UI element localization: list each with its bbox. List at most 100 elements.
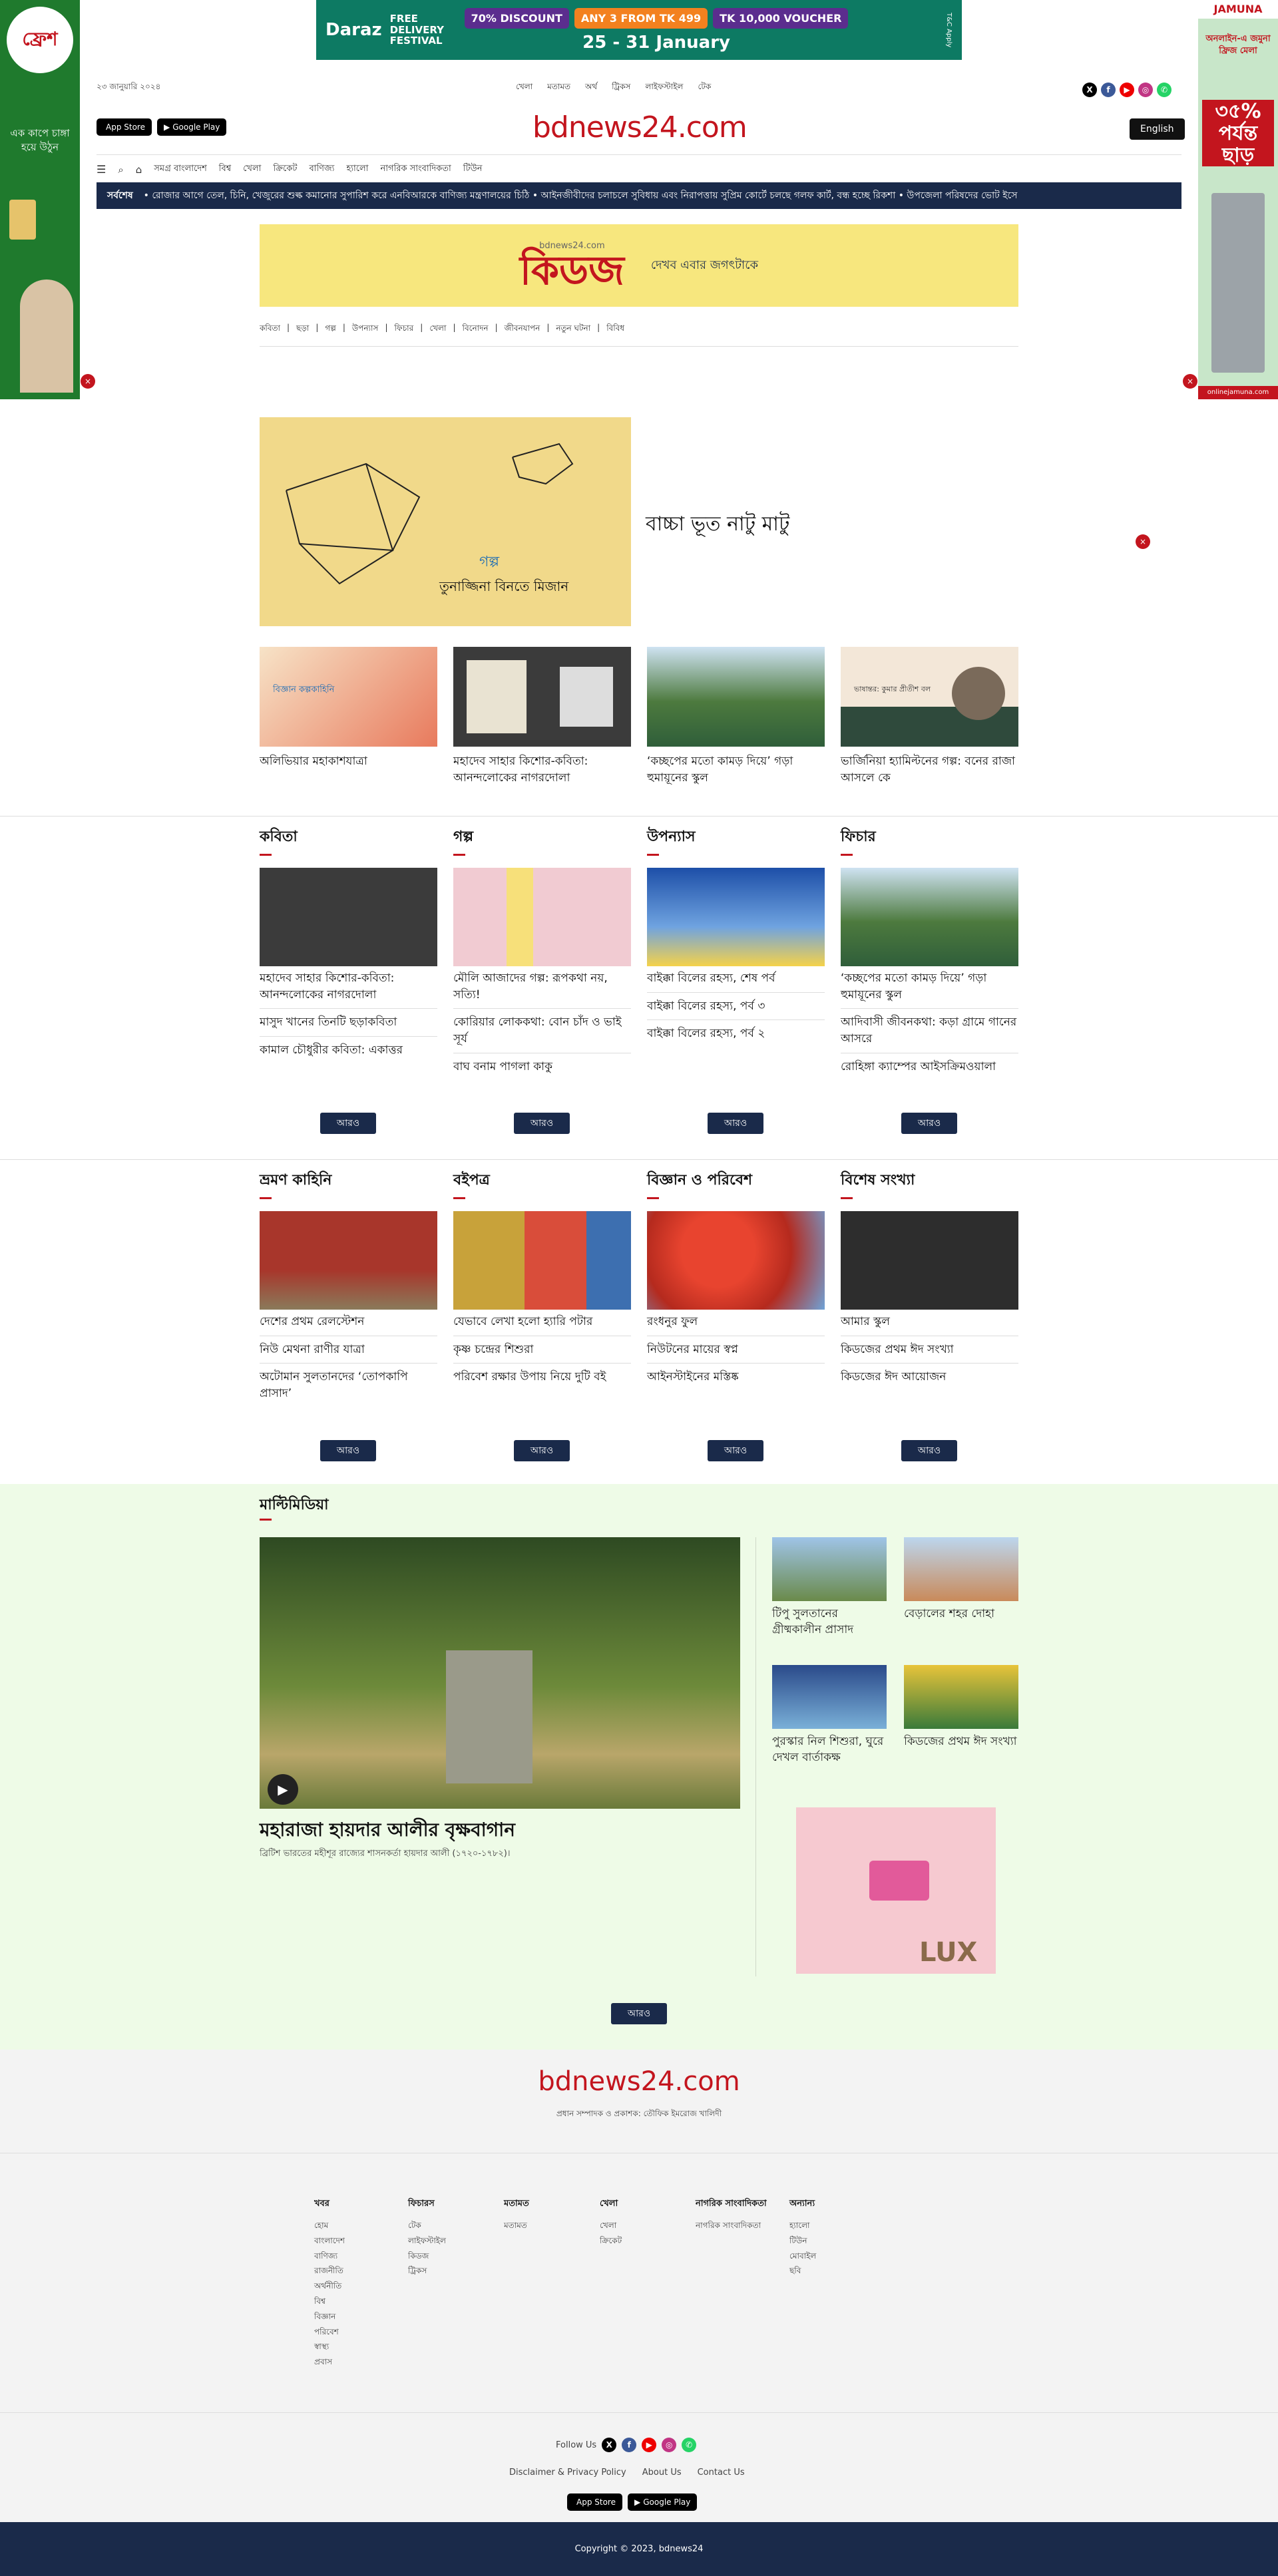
footer-link[interactable]: স্বাস্থ্য [314, 2339, 345, 2354]
section-item[interactable]: আদিবাসী জীবনকথা: কড়া গ্রামে গানের আসরে [841, 1014, 1018, 1047]
mm-title[interactable]: বেড়ালের শহর দোহা [904, 1606, 1018, 1622]
x-icon[interactable]: X [602, 2438, 617, 2452]
more-button[interactable]: আরও [320, 1440, 376, 1461]
mm-title[interactable]: কিডজের প্রথম ঈদ সংখ্যা [904, 1734, 1018, 1750]
section-item[interactable]: বাইক্কা বিলের রহস্য, পর্ব ৩ [647, 998, 825, 1015]
story-title[interactable]: অলিভিয়ার মহাকাশযাত্রা [260, 753, 437, 770]
footer-link[interactable]: About Us [642, 2468, 682, 2478]
footer-link[interactable]: Disclaimer & Privacy Policy [509, 2468, 626, 2478]
section-thumb[interactable] [841, 868, 1018, 966]
subnav-item[interactable]: বিবিধ [606, 323, 624, 336]
footer-link[interactable]: ট্রিকস [408, 2263, 446, 2279]
section-title[interactable]: ভ্রমণ কাহিনি [260, 1169, 437, 1193]
footer-link[interactable]: লাইফস্টাইল [408, 2233, 446, 2249]
footer-link[interactable]: মতামত [504, 2218, 529, 2233]
menu-item[interactable]: বাণিজ্য [309, 162, 334, 176]
google-play-button[interactable]: ▶ Google Play [156, 118, 227, 136]
menu-item[interactable]: টিউন [463, 162, 483, 176]
search-icon[interactable]: ⌕ [118, 164, 123, 176]
kidz-banner[interactable]: bdnews24.com কিডজ দেখব এবার জগৎটাকে [260, 224, 1018, 307]
footer-col-title[interactable]: ফিচারস [408, 2197, 446, 2211]
section-thumb[interactable] [647, 868, 825, 966]
subnav-item[interactable]: বিনোদন [463, 323, 489, 336]
instagram-icon[interactable]: ◎ [662, 2438, 677, 2452]
subnav-item[interactable]: ছড়া [296, 323, 309, 336]
more-button[interactable]: আরও [708, 1440, 763, 1461]
mm-card[interactable]: বেড়ালের শহর দোহা [904, 1537, 1018, 1622]
story-title[interactable]: ভার্জিনিয়া হ্যামিল্টনের গল্প: বনের রাজা… [841, 753, 1018, 786]
subnav-item[interactable]: নতুন ঘটনা [556, 323, 590, 336]
instagram-icon[interactable]: ◎ [1138, 83, 1153, 97]
subnav-item[interactable]: গল্প [325, 323, 335, 336]
footer-col-title[interactable]: অন্যান্য [789, 2197, 816, 2211]
footer-col-title[interactable]: খবর [314, 2197, 345, 2211]
story-card[interactable]: মহাদেব সাহার কিশোর-কবিতা: আনন্দলোকের নাগ… [453, 647, 631, 786]
lead-title[interactable]: বাচ্চা ভূত নাটু মাটু [646, 508, 789, 542]
footer-link[interactable]: নাগরিক সাংবাদিকতা [696, 2218, 767, 2233]
footer-link[interactable]: প্রবাস [314, 2354, 345, 2370]
right-ad-close-icon[interactable]: × [1183, 374, 1197, 389]
footer-link[interactable]: রাজনীতি [314, 2263, 345, 2279]
footer-link[interactable]: খেলা [600, 2218, 622, 2233]
section-title[interactable]: বিশেষ সংখ্যা [841, 1169, 1018, 1193]
footer-link[interactable]: হোম [314, 2218, 345, 2233]
right-side-ad[interactable]: JAMUNA অনলাইন-এ জমুনা ফ্রিজ মেলা ৩৫% পর্… [1198, 0, 1278, 399]
section-item[interactable]: রোহিঙ্গা ক্যাম্পের আইসক্রিমওয়ালা [841, 1059, 1018, 1075]
facebook-icon[interactable]: f [1101, 83, 1116, 97]
play-icon[interactable]: ▶ [260, 1770, 306, 1809]
english-button[interactable]: English [1130, 118, 1185, 140]
mm-card[interactable]: পুরস্কার নিল শিশুরা, ঘুরে দেখল বার্তাকক্… [772, 1665, 887, 1766]
footer-link[interactable]: ছবি [789, 2263, 816, 2279]
footer-link[interactable]: ক্রিকেট [600, 2233, 622, 2249]
facebook-icon[interactable]: f [622, 2438, 637, 2452]
footer-link[interactable]: কিডজ [408, 2249, 446, 2264]
subnav-item[interactable]: ফিচার [395, 323, 414, 336]
news-ticker[interactable]: সর্বশেষ • রোজার আগে তেল, চিনি, খেজুরের শ… [97, 182, 1181, 209]
section-thumb[interactable] [453, 1211, 631, 1310]
section-item[interactable]: আমার স্কুল [841, 1314, 1018, 1330]
topnav-item[interactable]: অর্থ [585, 81, 597, 94]
section-item[interactable]: নিউটনের মায়ের স্বপ্ন [647, 1342, 825, 1358]
subnav-item[interactable]: উপন্যাস [352, 323, 379, 336]
site-logo[interactable]: bdnews24.com [532, 110, 747, 144]
section-item[interactable]: বাঘ বনাম পাগলা কাকু [453, 1059, 631, 1075]
menu-item[interactable]: সমগ্র বাংলাদেশ [154, 162, 206, 176]
topnav-item[interactable]: মতামত [547, 81, 570, 94]
section-thumb[interactable] [841, 1211, 1018, 1310]
youtube-icon[interactable]: ▶ [642, 2438, 657, 2452]
mm-title[interactable]: টিপু সুলতানের গ্রীষ্মকালীন প্রাসাদ [772, 1606, 887, 1638]
left-side-ad[interactable]: ফ্রেশ এক কাপে চাঙ্গা হয়ে উঠুন [0, 0, 80, 399]
footer-link[interactable]: বিজ্ঞান [314, 2309, 345, 2324]
section-thumb[interactable] [647, 1211, 825, 1310]
section-item[interactable]: কৃষ্ণ চন্দ্রের শিশুরা [453, 1342, 631, 1358]
section-title[interactable]: কবিতা [260, 825, 437, 850]
section-item[interactable]: কোরিয়ার লোককথা: বোন চাঁদ ও ভাই সূর্য [453, 1014, 631, 1047]
home-icon[interactable]: ⌂ [136, 164, 142, 176]
mm-title[interactable]: পুরস্কার নিল শিশুরা, ঘুরে দেখল বার্তাকক্… [772, 1734, 887, 1766]
mm-card[interactable]: টিপু সুলতানের গ্রীষ্মকালীন প্রাসাদ [772, 1537, 887, 1638]
section-title[interactable]: বইপত্র [453, 1169, 631, 1193]
section-item[interactable]: কিডজের প্রথম ঈদ সংখ্যা [841, 1342, 1018, 1358]
menu-item[interactable]: হ্যালো [346, 162, 368, 176]
subnav-item[interactable]: জীবনযাপন [505, 323, 540, 336]
google-play-button[interactable]: ▶ Google Play [627, 2493, 698, 2511]
lead-image[interactable]: গল্প তুনাজ্জিনা বিনতে মিজান [260, 417, 631, 626]
youtube-icon[interactable]: ▶ [1120, 83, 1134, 97]
topnav-item[interactable]: ট্রিকস [612, 81, 630, 94]
footer-link[interactable]: বাংলাদেশ [314, 2233, 345, 2249]
section-title[interactable]: উপন্যাস [647, 825, 825, 850]
section-title[interactable]: ফিচার [841, 825, 1018, 850]
topnav-item[interactable]: টেক [698, 81, 711, 94]
more-button[interactable]: আরও [320, 1113, 376, 1134]
section-thumb[interactable] [260, 1211, 437, 1310]
mm-card[interactable]: কিডজের প্রথম ঈদ সংখ্যা [904, 1665, 1018, 1750]
story-title[interactable]: মহাদেব সাহার কিশোর-কবিতা: আনন্দলোকের নাগ… [453, 753, 631, 786]
footer-link[interactable]: অর্থনীতি [314, 2279, 345, 2294]
section-thumb[interactable] [260, 868, 437, 966]
footer-link[interactable]: মোবাইল [789, 2249, 816, 2264]
ticker-text[interactable]: • রোজার আগে তেল, চিনি, খেজুরের শুল্ক কমা… [144, 188, 1018, 204]
section-item[interactable]: মাসুদ খানের তিনটি ছড়াকবিতা [260, 1014, 437, 1031]
section-item[interactable]: বাইক্কা বিলের রহস্য, শেষ পর্ব [647, 970, 825, 987]
section-thumb[interactable] [453, 868, 631, 966]
more-button[interactable]: আরও [514, 1440, 570, 1461]
